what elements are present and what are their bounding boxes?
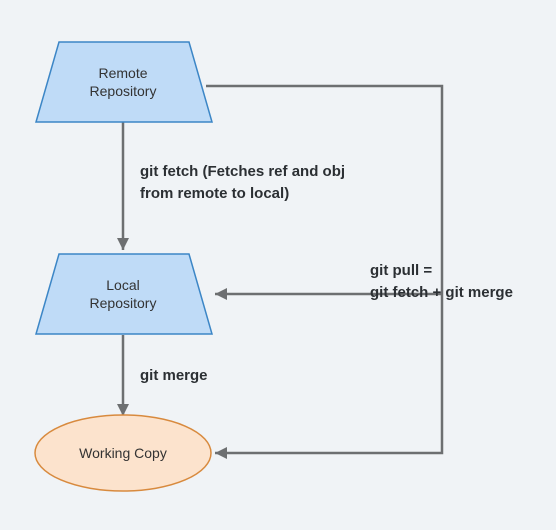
pull-path-arrowhead — [215, 447, 227, 459]
remote-repository-label-2: Repository — [90, 83, 157, 99]
fetch-arrowhead — [117, 238, 129, 250]
remote-repository-label-1: Remote — [98, 65, 147, 81]
local-repository-label-1: Local — [106, 277, 139, 293]
local-repository-node — [36, 254, 212, 334]
working-copy-label: Working Copy — [79, 445, 167, 461]
local-repository-label-2: Repository — [90, 295, 157, 311]
pull-label-1: git pull = — [370, 262, 432, 279]
pull-branch-arrowhead — [215, 288, 227, 300]
remote-repository-node — [36, 42, 212, 122]
merge-label: git merge — [140, 367, 208, 384]
fetch-label-2: from remote to local) — [140, 185, 289, 202]
fetch-label-1: git fetch (Fetches ref and obj — [140, 163, 345, 180]
pull-label-2: git fetch + git merge — [370, 284, 513, 301]
merge-arrowhead — [117, 404, 129, 416]
